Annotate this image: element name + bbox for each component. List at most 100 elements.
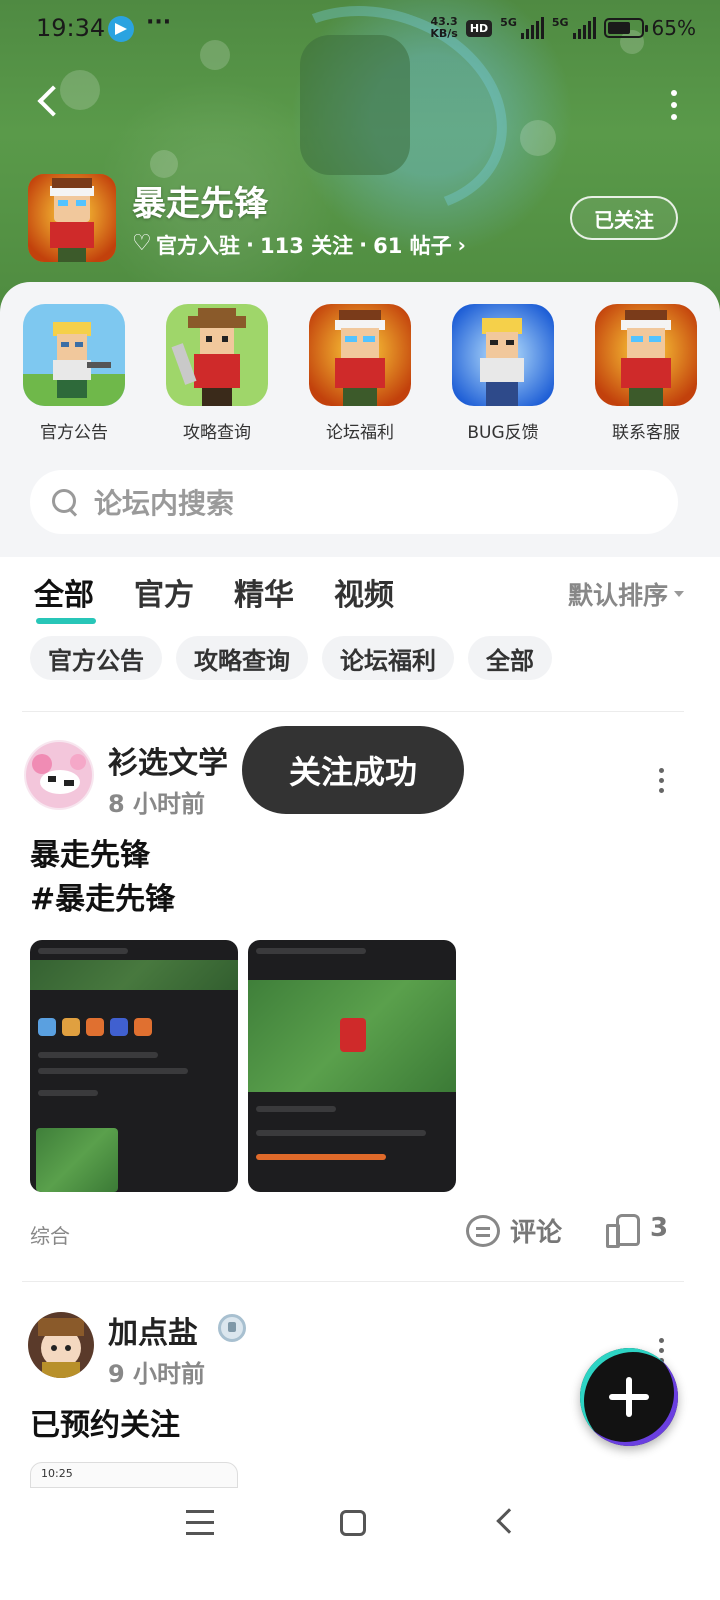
- sort-dropdown[interactable]: 默认排序: [568, 576, 684, 612]
- thumb-ui-bar: [256, 948, 366, 954]
- official-label: 官方入驻: [156, 234, 240, 258]
- support-icon: [595, 304, 697, 406]
- post-title: 已预约关注: [30, 1408, 180, 1443]
- battery-icon: [603, 18, 648, 38]
- shortcut-row: 官方公告 攻略查询 论坛福利 BUG反馈 联系客服: [0, 304, 720, 443]
- chevron-right-icon: ›: [457, 233, 466, 257]
- forum-search[interactable]: 论坛内搜索: [30, 470, 678, 534]
- search-placeholder: 论坛内搜索: [94, 487, 235, 520]
- post-hashtag: #暴走先锋: [30, 882, 176, 917]
- verified-icon: [218, 1314, 246, 1342]
- banner-decoration: [150, 150, 178, 178]
- chip-all[interactable]: 全部: [468, 636, 552, 680]
- signal-2-icon: [572, 17, 596, 39]
- comment-icon: [466, 1214, 500, 1247]
- follow-button[interactable]: 已关注: [570, 196, 678, 240]
- banner-decoration: [520, 120, 556, 156]
- home-icon[interactable]: [340, 1510, 366, 1536]
- post-author[interactable]: 加点盐: [108, 1308, 198, 1352]
- comment-label: 评论: [510, 1218, 563, 1248]
- chip-guides[interactable]: 攻略查询: [176, 636, 308, 680]
- shortcut-label: 论坛福利: [326, 423, 394, 443]
- tab-official[interactable]: 官方: [134, 570, 194, 614]
- heart-icon: [132, 231, 152, 256]
- thumb-ui-bar: [38, 1068, 188, 1074]
- shortcut-label: 官方公告: [40, 423, 108, 443]
- snippet-time: 10:25: [41, 1467, 73, 1480]
- guide-icon: [166, 304, 268, 406]
- plus-icon: [609, 1377, 649, 1417]
- thumb-ui-bar: [256, 1154, 386, 1160]
- thumb-hero: [340, 1018, 366, 1052]
- game-title: 暴走先锋: [132, 184, 268, 224]
- battery-percent: 65%: [651, 16, 696, 40]
- follow-success-toast: 关注成功: [242, 726, 464, 814]
- shortcut-welfare[interactable]: 论坛福利: [308, 304, 412, 443]
- tab-featured[interactable]: 精华: [234, 570, 294, 614]
- status-more: ···: [146, 10, 172, 35]
- shortcut-support[interactable]: 联系客服: [594, 304, 698, 443]
- post-content[interactable]: 暴走先锋 #暴走先锋: [30, 834, 175, 922]
- more-vertical-icon[interactable]: [656, 768, 666, 798]
- post-time: 8 小时前: [108, 790, 206, 818]
- create-post-button[interactable]: [580, 1348, 678, 1446]
- thumb-banner: [30, 960, 238, 990]
- system-navigation-bar: [0, 1488, 720, 1600]
- follower-count: 113 关注: [259, 234, 354, 258]
- thumb-tile: [110, 1018, 128, 1036]
- announcement-icon: [23, 304, 125, 406]
- more-vertical-icon[interactable]: [668, 90, 680, 120]
- game-avatar: [28, 174, 116, 262]
- chip-announcements[interactable]: 官方公告: [30, 636, 162, 680]
- post-time: 9 小时前: [108, 1360, 206, 1388]
- signal-1-label: 5G: [500, 16, 517, 29]
- post-category[interactable]: 综合: [30, 1220, 70, 1249]
- post-title: 暴走先锋: [30, 838, 150, 873]
- hd-badge: HD: [465, 19, 493, 37]
- shortcut-label: 联系客服: [612, 423, 680, 443]
- category-chips: 官方公告 攻略查询 论坛福利 全部: [30, 636, 552, 680]
- back-arrow-icon[interactable]: [28, 80, 72, 124]
- thumb-tile: [38, 1018, 56, 1036]
- feed-tabs: 全部 官方 精华 视频: [34, 570, 394, 624]
- post-content[interactable]: 已预约关注: [30, 1404, 180, 1448]
- thumb-tile: [62, 1018, 80, 1036]
- thumb-ui-bar: [256, 1130, 426, 1136]
- shortcut-label: 攻略查询: [183, 423, 251, 443]
- thumb-tile: [86, 1018, 104, 1036]
- bug-report-icon: [452, 304, 554, 406]
- comment-button[interactable]: 评论: [466, 1212, 562, 1249]
- post-count: 61 帖子: [373, 234, 452, 258]
- shortcut-panel: 官方公告 攻略查询 论坛福利 BUG反馈 联系客服 论坛内搜索: [0, 282, 720, 557]
- shortcut-guides[interactable]: 攻略查询: [165, 304, 269, 443]
- avatar[interactable]: [28, 1312, 94, 1378]
- shortcut-announcements[interactable]: 官方公告: [22, 304, 126, 443]
- meta-separator: ·: [246, 233, 254, 257]
- status-bar: 19:34 ··· 43.3 KB/s HD 5G 5G 65%: [0, 0, 720, 62]
- avatar[interactable]: [24, 740, 94, 810]
- tab-all[interactable]: 全部: [34, 570, 96, 624]
- thumb-ui-bar: [38, 948, 128, 954]
- signal-1-icon: [520, 17, 544, 39]
- network-speed: 43.3 KB/s: [430, 16, 457, 40]
- thumb-game-preview: [36, 1128, 118, 1192]
- thumb-ui-bar: [38, 1090, 98, 1096]
- chip-welfare[interactable]: 论坛福利: [322, 636, 454, 680]
- thumbs-up-icon: [606, 1212, 640, 1248]
- post-image[interactable]: [30, 940, 238, 1192]
- back-icon[interactable]: [496, 1508, 522, 1534]
- menu-icon[interactable]: [186, 1510, 214, 1536]
- telegram-icon: [108, 16, 134, 42]
- game-banner: 19:34 ··· 43.3 KB/s HD 5G 5G 65% 暴走先锋 ♡ …: [0, 0, 720, 330]
- post-author[interactable]: 衫选文学: [108, 738, 228, 782]
- like-button[interactable]: 3: [606, 1212, 668, 1248]
- meta-separator: ·: [359, 233, 368, 257]
- tab-video[interactable]: 视频: [334, 570, 394, 614]
- post-image[interactable]: [248, 940, 456, 1192]
- search-icon: [50, 487, 80, 517]
- post-image[interactable]: 10:25: [30, 1462, 238, 1488]
- game-meta[interactable]: 官方入驻 · 113 关注 · 61 帖子 ›: [132, 230, 466, 260]
- caret-down-icon: [674, 591, 684, 597]
- shortcut-bug-report[interactable]: BUG反馈: [451, 304, 555, 443]
- status-indicators: 43.3 KB/s HD 5G 5G 65%: [430, 16, 696, 41]
